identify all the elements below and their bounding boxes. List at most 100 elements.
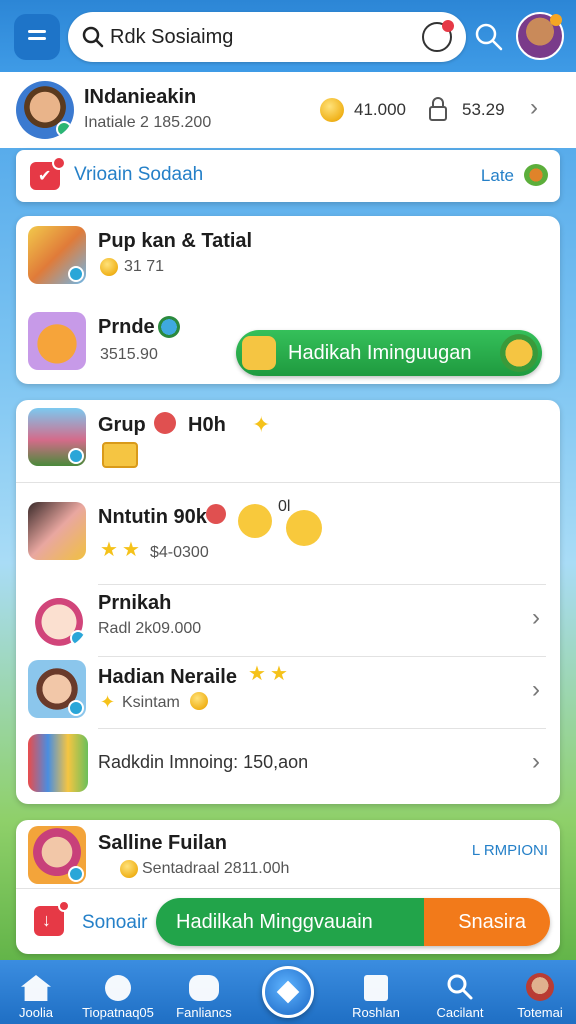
home-icon xyxy=(21,975,51,1001)
nav-item-3[interactable]: Fanliancs xyxy=(164,975,244,1020)
item-sub: $4-0300 xyxy=(150,544,209,561)
globe-icon xyxy=(158,316,180,338)
friends-icon xyxy=(189,975,219,1001)
divider xyxy=(98,584,546,585)
item-title: Radkdin Imnoing: 150,aon xyxy=(98,752,309,772)
search-icon xyxy=(82,26,104,48)
cta-right-label: Snasira xyxy=(458,911,526,933)
item-title: Salline Fuilan xyxy=(98,832,227,854)
heart-badge-icon: ✔ xyxy=(30,156,66,190)
avatar[interactable] xyxy=(516,12,564,60)
nav-item-home[interactable]: Joolia xyxy=(0,975,76,1020)
download-icon[interactable]: ↓ xyxy=(34,900,70,936)
coin-icon xyxy=(100,258,118,276)
item-thumbnail[interactable] xyxy=(28,826,86,884)
section-card-1: Pup kan & Tatial 31 71 Prnde 3515.90 Had… xyxy=(16,216,560,384)
section-card-2: Grup H0h ✦ Nntutin 90k 0l ★ ★ $4-0300 Pr… xyxy=(16,400,560,804)
nav-item-2[interactable]: Tiopatnaq05 xyxy=(78,975,158,1020)
game-thumbnail[interactable] xyxy=(28,226,86,284)
nav-item-5[interactable]: Roshlan xyxy=(336,975,416,1020)
item-tag[interactable]: L RMPIONI xyxy=(472,842,548,859)
nav-label: Tiopatnaq05 xyxy=(82,1005,154,1020)
search-bar[interactable]: Rdk Sosiaimg xyxy=(68,12,466,62)
secondary-label[interactable]: Sonoair xyxy=(82,912,148,934)
locked-count: 53.29 xyxy=(462,100,505,119)
item-sub: 3515.90 xyxy=(100,346,158,363)
star-icon: ★ xyxy=(248,663,266,685)
weekly-reward-label: Hadikah Iminguugan xyxy=(288,342,472,364)
nav-item-profile[interactable]: Totemai xyxy=(500,973,576,1020)
item-title: Nntutin 90k xyxy=(98,506,207,528)
search-icon-secondary[interactable] xyxy=(474,22,504,52)
item-sub: 31 71 xyxy=(124,258,165,275)
diamond-icon xyxy=(276,980,300,1004)
group-thumbnail[interactable] xyxy=(28,408,86,466)
divider xyxy=(98,728,546,729)
item-thumbnail[interactable] xyxy=(28,502,86,560)
sparkle-icon: ✦ xyxy=(100,692,116,712)
smiley-icon xyxy=(238,504,272,538)
reward-chest-icon xyxy=(500,334,538,372)
profile-icon xyxy=(526,973,554,1001)
item-title: Prnde xyxy=(98,316,155,338)
sparkle-icon: ✦ xyxy=(252,412,271,437)
game-controller-icon[interactable] xyxy=(422,20,454,52)
gift-icon xyxy=(242,336,276,370)
item-sub: Sentadraal 2811.00h xyxy=(142,860,290,877)
weekly-reward-button[interactable]: Hadikah Iminguugan xyxy=(236,330,542,376)
profile-avatar xyxy=(16,81,74,139)
item-extra: 0l xyxy=(278,498,291,515)
mascot-icon xyxy=(206,504,226,524)
search-icon xyxy=(447,974,473,1000)
nav-center-button[interactable] xyxy=(262,966,314,1018)
divider xyxy=(16,482,560,483)
profile-subtitle: Inatiale 2 185.200 xyxy=(84,114,212,131)
coin-icon xyxy=(120,860,138,878)
info-banner[interactable]: ✔ Vrioain Sodaah Late xyxy=(16,150,560,202)
hamburger-icon xyxy=(28,30,46,33)
star-icon: ★ xyxy=(100,539,118,561)
item-thumbnail[interactable] xyxy=(28,660,86,718)
item-title: Prnikah xyxy=(98,592,172,614)
nav-label: Totemai xyxy=(517,1005,563,1020)
chevron-right-icon[interactable]: › xyxy=(532,748,540,776)
game-thumbnail[interactable] xyxy=(28,312,86,370)
blush-face-icon xyxy=(286,510,322,546)
chevron-right-icon[interactable]: › xyxy=(532,676,540,704)
profile-row[interactable]: INdanieakin Inatiale 2 185.200 41.000 53… xyxy=(0,72,576,148)
star-icon: ★ xyxy=(270,663,288,685)
book-icon xyxy=(364,975,388,1001)
banner-label: Vrioain Sodaah xyxy=(74,164,204,185)
rocket-icon xyxy=(105,975,131,1001)
profile-name: INdanieakin xyxy=(84,86,197,108)
banner-action[interactable]: Late xyxy=(481,166,514,186)
nav-label: Joolia xyxy=(19,1005,53,1020)
nav-label: Fanliancs xyxy=(176,1005,232,1020)
item-sub: Ksintam xyxy=(122,694,180,711)
group-title: Grup xyxy=(98,414,146,436)
divider xyxy=(98,656,546,657)
lock-icon xyxy=(429,97,447,121)
weekly-reward-label: Hadilkah Minggvauain xyxy=(176,911,373,933)
item-thumbnail[interactable] xyxy=(30,590,88,648)
nav-label: Cacilant xyxy=(436,1005,484,1020)
weekly-reward-button[interactable]: Hadilkah Minggvauain Snasira xyxy=(156,898,550,946)
item-title: Pup kan & Tatial xyxy=(98,230,253,252)
group-suffix: H0h xyxy=(188,414,226,436)
chevron-right-icon[interactable]: › xyxy=(532,604,540,632)
chevron-right-icon[interactable]: › xyxy=(530,94,538,122)
star-icon: ★ xyxy=(122,539,140,561)
nav-label: Roshlan xyxy=(352,1005,400,1020)
section-card-3: Salline Fuilan Sentadraal 2811.00h L RMP… xyxy=(16,820,560,954)
menu-button[interactable] xyxy=(14,14,60,60)
divider xyxy=(16,888,560,889)
nav-item-6[interactable]: Cacilant xyxy=(420,973,500,1020)
search-input[interactable]: Rdk Sosiaimg xyxy=(110,26,233,49)
leaf-icon xyxy=(524,164,548,186)
item-thumbnail[interactable] xyxy=(28,734,88,792)
item-sub: Radl 2k09.000 xyxy=(98,620,202,637)
chest-icon xyxy=(102,442,138,468)
mascot-icon xyxy=(154,412,176,434)
coin-icon xyxy=(190,692,208,710)
item-title: Hadian Neraile xyxy=(98,666,237,688)
